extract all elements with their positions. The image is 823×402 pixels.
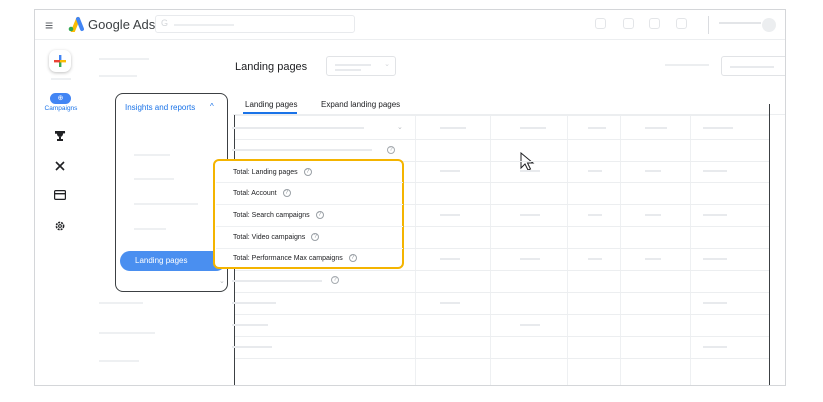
table-column-divider (690, 115, 691, 385)
help-icon[interactable]: ? (387, 146, 395, 154)
table-cell (440, 127, 466, 129)
table-right-border (769, 104, 770, 385)
table-row (235, 139, 769, 140)
table-row (235, 336, 769, 337)
table-cell (703, 127, 733, 129)
table-cell (703, 302, 727, 304)
table-cell (232, 302, 276, 304)
totals-highlight: Total: Landing pages? Total: Account? To… (213, 159, 404, 269)
table-header-cell (232, 149, 372, 151)
data-table: ⌄ ? ⌄ ? (35, 10, 785, 385)
help-icon[interactable]: ? (348, 254, 357, 262)
total-label: Total: Performance Max campaigns (233, 254, 343, 262)
table-cell (440, 214, 460, 216)
table-cell (703, 346, 727, 348)
total-row-landing-pages: Total: Landing pages? (233, 168, 312, 176)
table-cell (645, 214, 661, 216)
total-label: Total: Landing pages (233, 168, 298, 176)
total-row-search-campaigns: Total: Search campaigns? (233, 211, 324, 219)
total-label: Total: Video campaigns (233, 233, 306, 241)
table-cell (440, 170, 460, 172)
total-row-account: Total: Account? (233, 189, 291, 197)
table-column-divider (620, 115, 621, 385)
table-cell (232, 324, 268, 326)
table-cell (645, 258, 661, 260)
table-cell (588, 258, 602, 260)
total-divider (216, 226, 403, 227)
table-cell (440, 258, 460, 260)
help-icon[interactable]: ? (282, 189, 291, 197)
table-row (235, 358, 769, 359)
table-column-divider (567, 115, 568, 385)
total-label: Total: Search campaigns (233, 211, 310, 219)
help-icon[interactable]: ? (311, 233, 320, 241)
table-column-divider (415, 115, 416, 385)
table-cell (588, 170, 602, 172)
table-cell (520, 170, 540, 172)
table-cell (588, 127, 606, 129)
total-row-video-campaigns: Total: Video campaigns? (233, 233, 320, 241)
table-cell (588, 214, 602, 216)
table-cell (703, 258, 727, 260)
table-cell (645, 170, 661, 172)
table-cell (645, 127, 667, 129)
table-cell (520, 324, 540, 326)
help-icon[interactable]: ? (303, 168, 312, 176)
table-cell (232, 280, 322, 282)
help-icon[interactable]: ? (315, 211, 324, 219)
table-cell (703, 214, 727, 216)
app-window: ≡ Google Ads G ⊕ Campaigns Insights and … (34, 9, 786, 386)
total-row-performance-max-campaigns: Total: Performance Max campaigns? (233, 254, 357, 262)
table-row (235, 115, 769, 116)
table-row (235, 270, 769, 271)
total-divider (216, 248, 403, 249)
table-cell (232, 346, 272, 348)
help-icon[interactable]: ? (331, 276, 339, 284)
table-row (235, 314, 769, 315)
total-divider (216, 182, 403, 183)
table-cell (520, 214, 540, 216)
chevron-down-icon[interactable]: ⌄ (219, 277, 225, 285)
total-label: Total: Account (233, 189, 277, 197)
chevron-down-icon[interactable]: ⌄ (397, 123, 403, 131)
total-divider (216, 204, 403, 205)
table-cell (520, 127, 546, 129)
table-column-divider (490, 115, 491, 385)
table-cell (520, 258, 540, 260)
table-cell (703, 170, 727, 172)
table-cell (440, 302, 460, 304)
table-header-cell[interactable] (232, 127, 364, 129)
table-row (235, 292, 769, 293)
